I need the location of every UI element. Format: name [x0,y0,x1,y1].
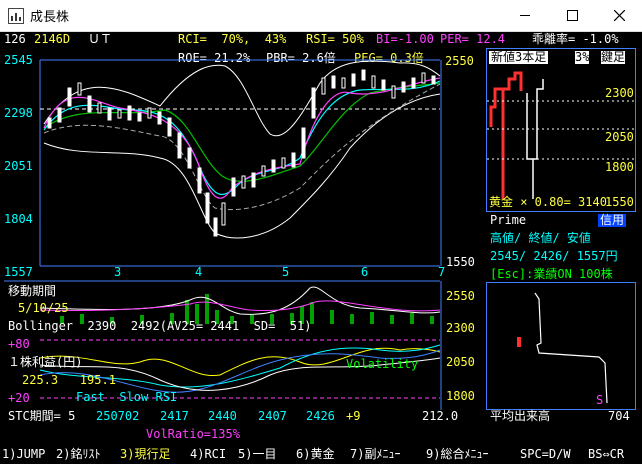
maximize-button[interactable] [549,0,595,31]
esc-hint[interactable]: [Esc]:業績ON 100株 [490,268,613,281]
stc-value-7: 212.0 [422,409,459,423]
bollinger-readout: Bollinger 2390 2492(AV25= 2441 SD= 51) [8,319,312,333]
market-name: Prime [490,213,527,227]
rsi-legend: Fast Slow RSI [76,390,178,404]
rci-readout: RCI= 70%, 43% [178,32,287,46]
lower-band-line [43,93,441,239]
side-chart-box[interactable]: 新値3本足 3% 鍵足 2550 2300 2050 1800 1550 黄金 … [445,48,636,212]
ma-periods: 5/10/25 [18,301,69,315]
stc-value-1: 250702 [96,409,140,423]
vol-ratio: VolRatio=135% [146,427,240,441]
axis-labels: 2545 2298 2051 1804 1557 3 4 5 6 7 [4,53,445,279]
price-axis-label: 2298 [4,106,33,120]
main-price-chart[interactable]: 2545 2298 2051 1804 1557 3 4 5 6 7 [0,48,484,280]
lower-axis-label: 2050 [446,355,475,369]
fkey-rci[interactable]: 4)RCI [190,448,226,461]
profile-line [534,292,608,404]
kagi-down-line [526,79,544,199]
kairi-readout: 乖離率= -1.0% [532,32,619,46]
lower-axis-label: 2300 [446,321,475,335]
rsi-readout: RSI= 50% [306,32,364,46]
eps-values: 225.3 195.1 [22,373,116,387]
bi-readout: BI=-1.00 [376,32,434,46]
fkey-stock-list[interactable]: 2)銘ﾘｽﾄ [56,448,100,461]
stc-period-label: STC期間= 5 [8,409,76,423]
minimize-button[interactable] [502,0,548,31]
trend-marks: ＵＴ [88,32,113,46]
price-axis-label: 2545 [4,53,33,67]
function-key-bar: 1)JUMP 2)銘ﾘｽﾄ 3)現行足 4)RCI 5)一目 6)黄金 7)副ﾒ… [0,446,642,464]
app-window: 成長株 126 2146D ＵＴ RCI= 70%, 43% RSI= 50% … [0,0,642,464]
maximize-icon [566,10,578,21]
lower-axis-label: 2550 [446,289,475,303]
stock-code: 126 [4,32,26,46]
window-title: 成長株 [30,9,70,24]
hlc-label: 高値/ 終値/ 安値 [490,231,591,245]
price-axis-label: 1804 [4,212,33,226]
fkey-gold[interactable]: 6)黄金 [296,448,334,461]
fkey-spc[interactable]: SPC=D/W [520,448,571,461]
lower-axis-label: 1550 [446,255,475,269]
lower-axis-label: 1800 [446,389,475,403]
month-label: 7 [438,265,445,279]
avg-volume-label: 平均出来高 [490,409,551,423]
fkey-bs-cr[interactable]: BS⇔CR [588,448,624,461]
ma-period-title: 移動期間 [8,284,57,298]
side-axis-label: 1800 [605,160,634,174]
side-axis-label: 1550 [605,195,634,209]
stc-value-3: 2440 [208,409,237,423]
rsi-plus80-label: +80 [8,337,30,351]
fkey-main-menu[interactable]: 9)総合ﾒﾆｭｰ [426,448,488,461]
price-axis-label: 1557 [4,265,33,279]
side-axis-label: 2550 [445,54,474,68]
close-icon [613,10,625,21]
close-button[interactable] [596,0,642,31]
per-readout: PER= 12.4 [440,32,506,46]
fkey-current-bar[interactable]: 3)現行足 [120,448,170,461]
s-marker: S [596,393,604,407]
app-chart-icon [8,8,24,24]
hlc-values: 2545/ 2426/ 1557円 [490,249,618,263]
stc-value-4: 2407 [258,409,287,423]
current-price: 2146D [34,32,71,46]
credit-badge[interactable]: 信用 [598,214,627,227]
indicator-panel[interactable] [0,280,484,410]
upper-band-line [43,60,441,137]
avg-volume-value: 704 [608,409,630,423]
month-label: 4 [195,265,202,279]
stc-value-6: +9 [346,409,361,423]
fkey-jump[interactable]: 1)JUMP [2,448,45,461]
month-label: 3 [114,265,121,279]
gold-ratio-readout: 黄金 × 0.80= 3140 [489,195,607,209]
eps-label: １株利益(円) [8,355,83,369]
profile-marker [517,337,521,347]
rsi-plus20-label: +20 [8,391,30,405]
volatility-label: Volatility [346,357,419,371]
stc-value-2: 2417 [160,409,189,423]
fkey-ichimoku[interactable]: 5)一目 [238,448,276,461]
volume-profile-chart [517,292,608,404]
kagi-up-line [489,71,523,199]
side-axis-label: 2300 [605,86,634,100]
month-label: 6 [361,265,368,279]
side-axis-label: 2050 [605,130,634,144]
fkey-sub-menu[interactable]: 7)副ﾒﾆｭｰ [350,448,400,461]
price-axis-label: 2051 [4,159,33,173]
title-bar: 成長株 [0,0,642,32]
month-label: 5 [282,265,289,279]
ma-25-line [43,82,441,182]
minimize-icon [520,15,530,16]
stc-value-5: 2426 [306,409,335,423]
volume-profile-box[interactable] [486,282,636,410]
